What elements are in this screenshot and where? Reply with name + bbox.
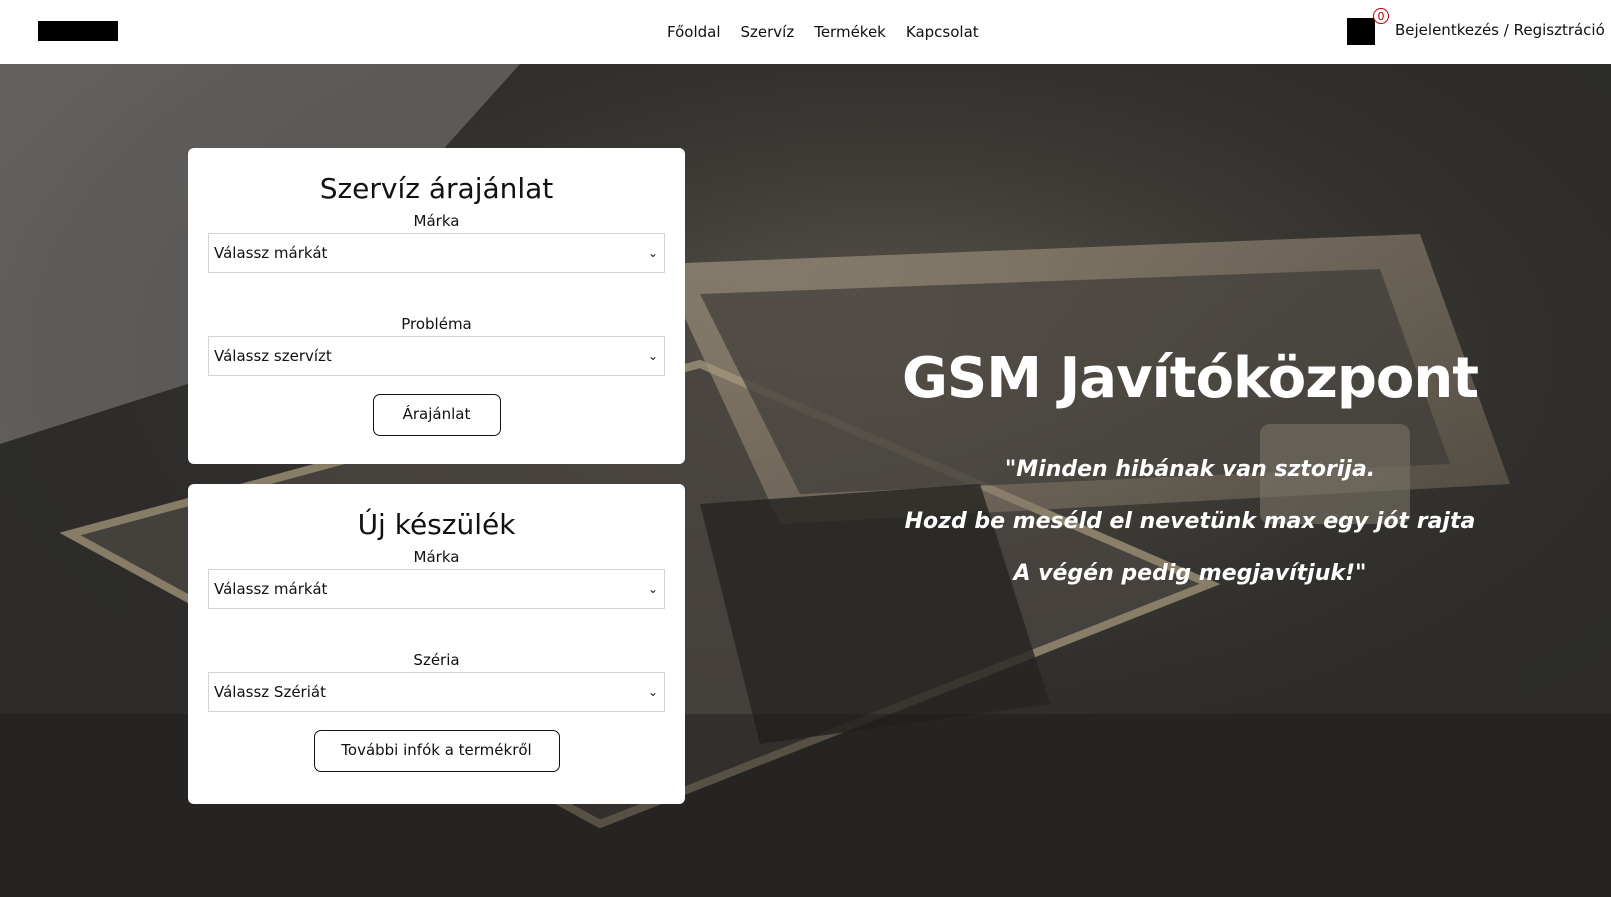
hero-quote-line-1: "Minden hibának van sztorija. [1004, 457, 1376, 482]
cart-count-badge: 0 [1373, 8, 1389, 24]
hero-section: Szervíz árajánlat Márka Válassz márkát ⌄… [0, 64, 1611, 897]
nav-link-fooldal[interactable]: Főoldal [667, 23, 721, 41]
device-brand-select-value: Válassz márkát [214, 580, 328, 598]
new-device-title: Új készülék [357, 508, 516, 541]
nav-link-kapcsolat[interactable]: Kapcsolat [906, 23, 979, 41]
site-logo[interactable] [38, 21, 118, 41]
device-brand-select[interactable]: Válassz márkát ⌄ [208, 569, 665, 609]
service-quote-card: Szervíz árajánlat Márka Válassz márkát ⌄… [188, 148, 685, 464]
hero-title: GSM Javítóközpont [901, 346, 1479, 411]
top-navbar: Főoldal Szervíz Termékek Kapcsolat 0 Bej… [0, 0, 1611, 64]
service-quote-title: Szervíz árajánlat [319, 172, 554, 205]
hero-quote-line-3: A végén pedig megjavítjuk!" [1013, 561, 1367, 586]
hero-quote-line-2: Hozd be meséld el nevetünk max egy jót r… [904, 509, 1476, 534]
service-brand-select[interactable]: Válassz márkát ⌄ [208, 233, 665, 273]
service-problem-select-value: Válassz szervízt [214, 347, 332, 365]
device-series-select-value: Válassz Szériát [214, 683, 326, 701]
service-brand-label: Márka [413, 212, 460, 230]
device-series-select[interactable]: Válassz Szériát ⌄ [208, 672, 665, 712]
nav-link-termekek[interactable]: Termékek [814, 23, 886, 41]
device-series-label: Széria [413, 651, 460, 669]
chevron-down-icon: ⌄ [647, 349, 658, 363]
main-nav: Főoldal Szervíz Termékek Kapcsolat [667, 0, 999, 64]
chevron-down-icon: ⌄ [647, 685, 658, 699]
chevron-down-icon: ⌄ [647, 246, 658, 260]
service-problem-select[interactable]: Válassz szervízt ⌄ [208, 336, 665, 376]
service-brand-select-value: Válassz márkát [214, 244, 328, 262]
nav-link-szerviz[interactable]: Szervíz [741, 23, 795, 41]
more-info-button[interactable]: További infók a termékről [313, 730, 560, 772]
device-brand-label: Márka [413, 548, 460, 566]
login-register-link[interactable]: Bejelentkezés / Regisztráció [1395, 21, 1605, 39]
cart-icon[interactable] [1347, 18, 1375, 45]
new-device-card: Új készülék Márka Válassz márkát ⌄ Széri… [188, 484, 685, 804]
service-problem-label: Probléma [401, 315, 472, 333]
quote-button[interactable]: Árajánlat [372, 394, 501, 436]
chevron-down-icon: ⌄ [647, 582, 658, 596]
